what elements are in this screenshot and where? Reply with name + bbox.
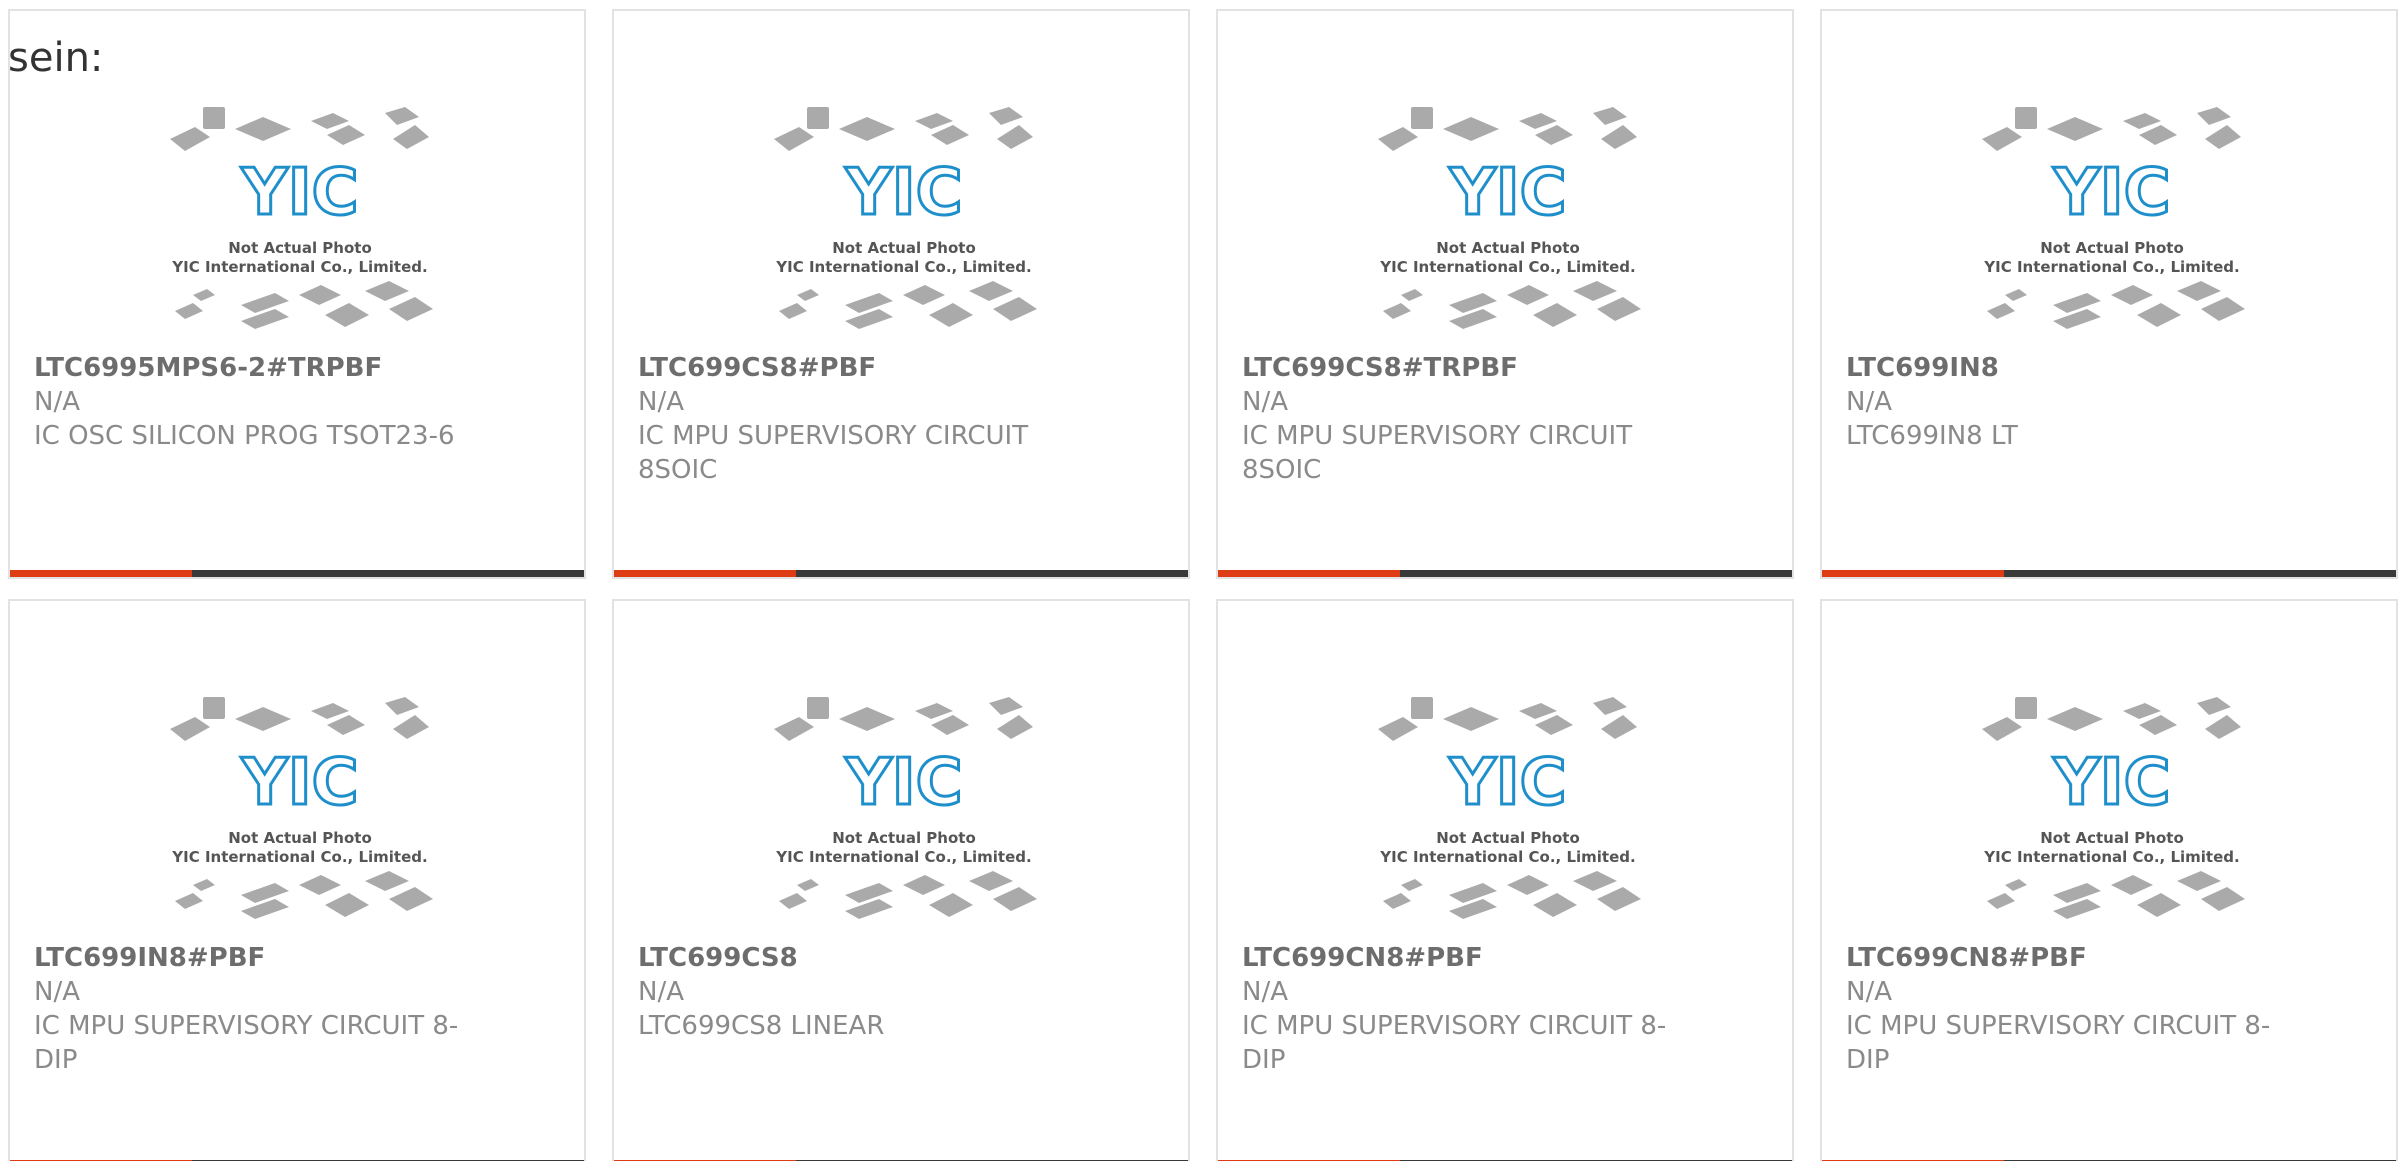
- description: IC MPU SUPERVISORY CIRCUIT 8-DIP: [1846, 1011, 2271, 1075]
- part-number[interactable]: LTC699IN8#PBF: [34, 941, 564, 975]
- description: IC OSC SILICON PROG TSOT23-6: [34, 421, 455, 451]
- manufacturer: N/A: [1242, 387, 1288, 417]
- svg-text:Not Actual Photo: Not Actual Photo: [228, 239, 372, 257]
- svg-text:Not Actual Photo: Not Actual Photo: [832, 239, 976, 257]
- chip-packages-icon: YIC Not Actual Photo YIC International C…: [1378, 697, 1641, 919]
- yic-logo: YIC: [240, 156, 358, 230]
- product-card[interactable]: YIC Not Actual Photo YIC International C…: [1820, 9, 2398, 579]
- svg-text:Not Actual Photo: Not Actual Photo: [1436, 239, 1580, 257]
- manufacturer: N/A: [638, 387, 684, 417]
- placeholder-photo: YIC Not Actual Photo YIC International C…: [1977, 689, 2247, 939]
- placeholder-photo: YIC Not Actual Photo YIC International C…: [165, 689, 435, 939]
- svg-text:YIC International Co., Limited: YIC International Co., Limited.: [171, 258, 427, 276]
- chip-packages-icon: YIC Not Actual Photo YIC International C…: [774, 107, 1037, 329]
- manufacturer: N/A: [1846, 977, 1892, 1007]
- description: IC MPU SUPERVISORY CIRCUIT 8-DIP: [34, 1011, 459, 1075]
- card-footer-bar: [10, 570, 584, 577]
- part-number[interactable]: LTC699CN8#PBF: [1846, 941, 2376, 975]
- manufacturer: N/A: [638, 977, 684, 1007]
- card-footer-accent: [614, 570, 796, 577]
- svg-text:Not Actual Photo: Not Actual Photo: [228, 829, 372, 847]
- product-card[interactable]: YIC Not Actual Photo YIC International C…: [612, 599, 1190, 1161]
- svg-text:Not Actual Photo: Not Actual Photo: [1436, 829, 1580, 847]
- placeholder-photo: YIC Not Actual Photo YIC International C…: [769, 99, 1039, 349]
- description: IC MPU SUPERVISORY CIRCUIT 8SOIC: [1242, 421, 1633, 485]
- part-number[interactable]: LTC699CS8#PBF: [638, 351, 1168, 385]
- svg-text:YIC International Co., Limited: YIC International Co., Limited.: [1379, 258, 1635, 276]
- manufacturer: N/A: [1242, 977, 1288, 1007]
- part-number[interactable]: LTC6995MPS6-2#TRPBF: [34, 351, 564, 385]
- placeholder-photo: YIC Not Actual Photo YIC International C…: [769, 689, 1039, 939]
- card-footer-accent: [1218, 570, 1400, 577]
- card-footer-bar: [1822, 570, 2396, 577]
- svg-text:YIC International Co., Limited: YIC International Co., Limited.: [775, 848, 1031, 866]
- description: LTC699CS8 LINEAR: [638, 1011, 885, 1041]
- yic-logo: YIC: [2052, 156, 2170, 230]
- placeholder-photo: YIC Not Actual Photo YIC International C…: [165, 99, 435, 349]
- svg-text:Not Actual Photo: Not Actual Photo: [2040, 239, 2184, 257]
- part-number[interactable]: LTC699CN8#PBF: [1242, 941, 1772, 975]
- svg-text:YIC International Co., Limited: YIC International Co., Limited.: [775, 258, 1031, 276]
- svg-text:YIC International Co., Limited: YIC International Co., Limited.: [1379, 848, 1635, 866]
- description: IC MPU SUPERVISORY CIRCUIT 8SOIC: [638, 421, 1029, 485]
- product-card[interactable]: YIC Not Actual Photo YIC International C…: [1216, 9, 1794, 579]
- manufacturer: N/A: [34, 387, 80, 417]
- part-number[interactable]: LTC699CS8: [638, 941, 1168, 975]
- product-card[interactable]: YIC Not Actual Photo YIC International C…: [1216, 599, 1794, 1161]
- yic-logo: YIC: [1448, 746, 1566, 820]
- chip-packages-icon: YIC Not Actual Photo YIC International C…: [170, 107, 433, 329]
- part-number[interactable]: LTC699CS8#TRPBF: [1242, 351, 1772, 385]
- product-grid: YIC Not Actual Photo YIC International C…: [8, 9, 2398, 1161]
- placeholder-photo: YIC Not Actual Photo YIC International C…: [1373, 99, 1643, 349]
- label-prefix: sein:: [8, 35, 104, 81]
- chip-packages-icon: YIC Not Actual Photo YIC International C…: [774, 697, 1037, 919]
- svg-text:Not Actual Photo: Not Actual Photo: [832, 829, 976, 847]
- yic-logo: YIC: [1448, 156, 1566, 230]
- description: LTC699IN8 LT: [1846, 421, 2018, 451]
- card-footer-accent: [1822, 570, 2004, 577]
- placeholder-photo: YIC Not Actual Photo YIC International C…: [1977, 99, 2247, 349]
- svg-text:YIC International Co., Limited: YIC International Co., Limited.: [1983, 848, 2239, 866]
- chip-packages-icon: YIC Not Actual Photo YIC International C…: [1982, 697, 2245, 919]
- svg-text:YIC International Co., Limited: YIC International Co., Limited.: [1983, 258, 2239, 276]
- card-footer-bar: [1218, 570, 1792, 577]
- yic-logo: YIC: [844, 156, 962, 230]
- placeholder-photo: YIC Not Actual Photo YIC International C…: [1373, 689, 1643, 939]
- product-card[interactable]: YIC Not Actual Photo YIC International C…: [612, 9, 1190, 579]
- chip-packages-icon: YIC Not Actual Photo YIC International C…: [1982, 107, 2245, 329]
- product-card[interactable]: YIC Not Actual Photo YIC International C…: [8, 9, 586, 579]
- svg-text:Not Actual Photo: Not Actual Photo: [2040, 829, 2184, 847]
- manufacturer: N/A: [34, 977, 80, 1007]
- part-number[interactable]: LTC699IN8: [1846, 351, 2376, 385]
- product-card[interactable]: YIC Not Actual Photo YIC International C…: [8, 599, 586, 1161]
- chip-packages-icon: YIC Not Actual Photo YIC International C…: [170, 697, 433, 919]
- description: IC MPU SUPERVISORY CIRCUIT 8-DIP: [1242, 1011, 1667, 1075]
- yic-logo: YIC: [2052, 746, 2170, 820]
- card-footer-bar: [614, 570, 1188, 577]
- yic-logo: YIC: [844, 746, 962, 820]
- chip-packages-icon: YIC Not Actual Photo YIC International C…: [1378, 107, 1641, 329]
- product-card[interactable]: YIC Not Actual Photo YIC International C…: [1820, 599, 2398, 1161]
- yic-logo: YIC: [240, 746, 358, 820]
- manufacturer: N/A: [1846, 387, 1892, 417]
- svg-text:YIC International Co., Limited: YIC International Co., Limited.: [171, 848, 427, 866]
- card-footer-accent: [10, 570, 192, 577]
